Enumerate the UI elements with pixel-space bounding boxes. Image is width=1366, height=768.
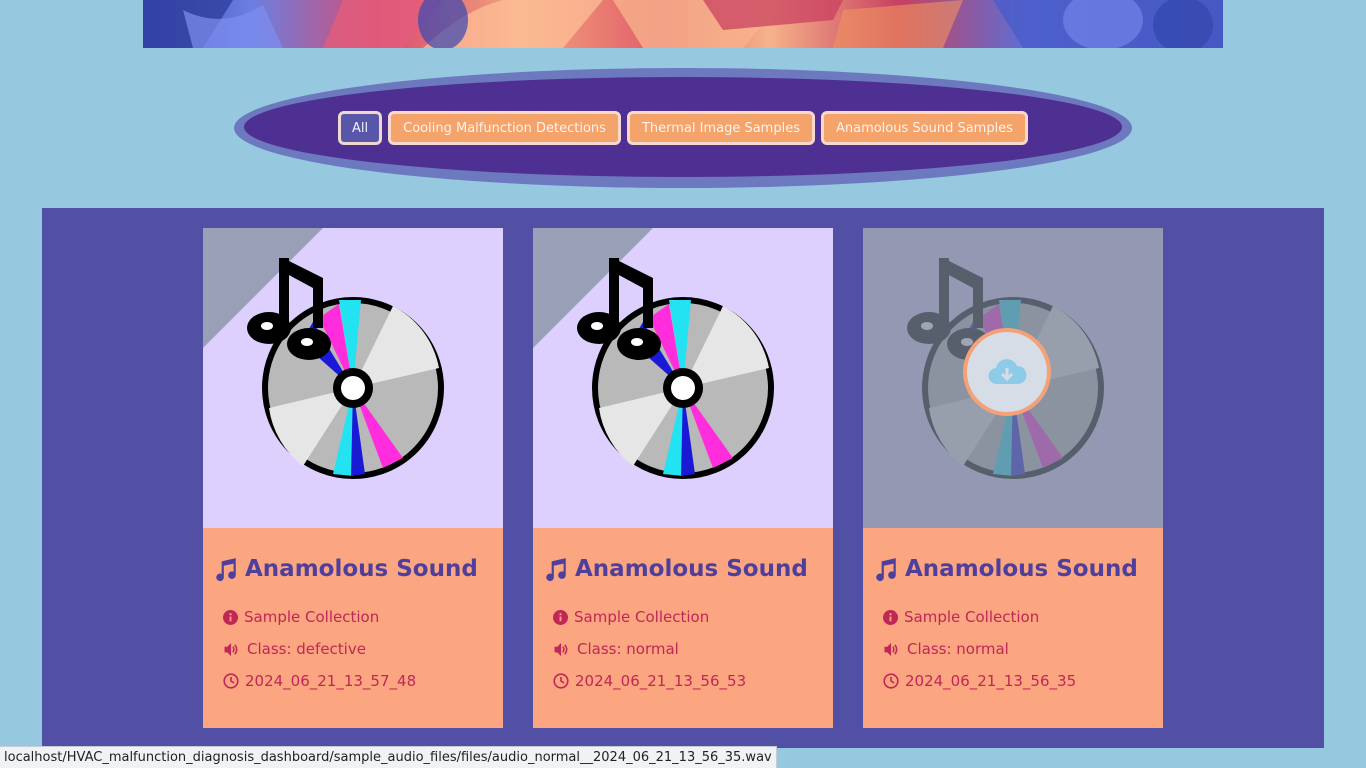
- card-thumbnail[interactable]: [533, 228, 833, 528]
- filter-all-button[interactable]: All: [338, 111, 383, 145]
- info-circle-icon: [553, 609, 568, 625]
- cd-disc-icon: [247, 258, 444, 479]
- card-thumbnail[interactable]: [863, 228, 1163, 528]
- speaker-icon: [224, 642, 238, 656]
- music-note-icon: [216, 558, 236, 582]
- link-status-bar: localhost/HVAC_malfunction_diagnosis_das…: [0, 746, 777, 768]
- filter-buttons: All Cooling Malfunction Detections Therm…: [0, 108, 1366, 148]
- filter-thermal-button[interactable]: Thermal Image Samples: [626, 111, 815, 145]
- card-title: Anamolous Sound: [575, 556, 808, 582]
- card-info: Anamolous Sound Sample Collection Class:…: [863, 528, 1163, 728]
- card-timestamp: 2024_06_21_13_57_48: [245, 672, 417, 690]
- card-class: Class: normal: [907, 640, 1009, 658]
- info-circle-icon: [223, 609, 238, 625]
- sample-card[interactable]: Anamolous Sound Sample Collection Class:…: [863, 228, 1163, 728]
- cloud-download-icon: [988, 359, 1027, 385]
- card-collection: Sample Collection: [244, 608, 380, 626]
- card-title: Anamolous Sound: [905, 556, 1138, 582]
- speaker-icon: [554, 642, 568, 656]
- card-collection: Sample Collection: [574, 608, 710, 626]
- speaker-icon: [884, 642, 898, 656]
- music-note-icon: [546, 558, 566, 582]
- card-info: Anamolous Sound Sample Collection Class:…: [203, 528, 503, 728]
- card-title: Anamolous Sound: [245, 556, 478, 582]
- header-banner-image: [143, 0, 1223, 48]
- sample-card[interactable]: Anamolous Sound Sample Collection Class:…: [533, 228, 833, 728]
- card-class: Class: defective: [247, 640, 366, 658]
- filter-cooling-button[interactable]: Cooling Malfunction Detections: [388, 111, 621, 145]
- cd-disc-icon: [577, 258, 774, 479]
- sample-card[interactable]: Anamolous Sound Sample Collection Class:…: [203, 228, 503, 728]
- card-timestamp: 2024_06_21_13_56_35: [905, 672, 1077, 690]
- download-button[interactable]: [963, 328, 1051, 416]
- music-note-icon: [876, 558, 896, 582]
- clock-icon: [223, 673, 239, 689]
- filter-sound-button[interactable]: Anamolous Sound Samples: [820, 111, 1028, 145]
- clock-icon: [883, 673, 899, 689]
- card-class: Class: normal: [577, 640, 679, 658]
- card-thumbnail[interactable]: [203, 228, 503, 528]
- card-collection: Sample Collection: [904, 608, 1040, 626]
- card-timestamp: 2024_06_21_13_56_53: [575, 672, 747, 690]
- clock-icon: [553, 673, 569, 689]
- card-info: Anamolous Sound Sample Collection Class:…: [533, 528, 833, 728]
- banner-illustration: [143, 0, 1223, 48]
- info-circle-icon: [883, 609, 898, 625]
